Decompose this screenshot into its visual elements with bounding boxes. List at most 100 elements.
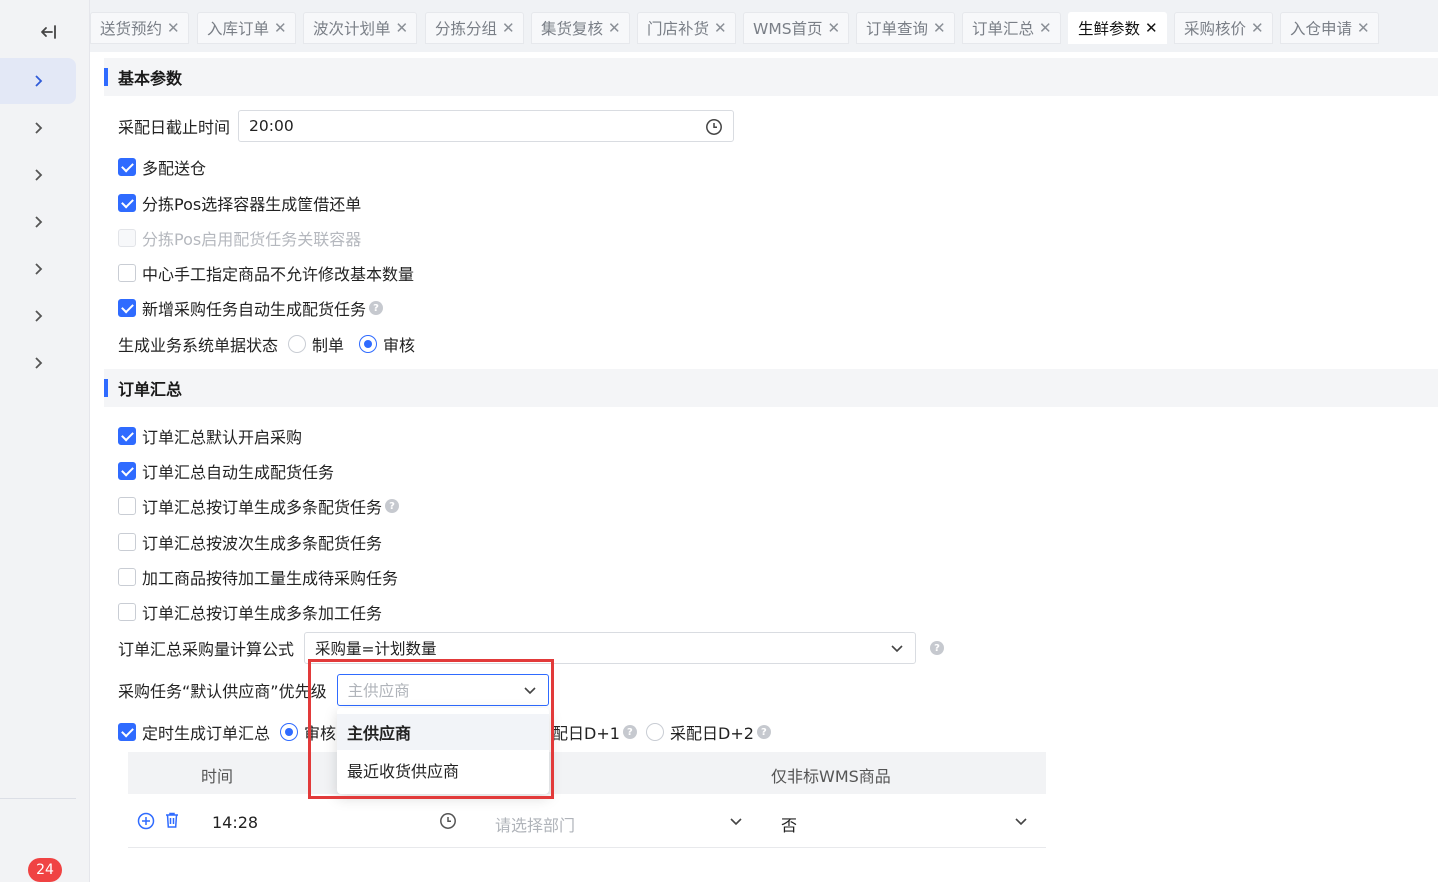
timer-summary-row: 定时生成订单汇总 审核 [118,720,336,744]
sidebar-divider [0,798,76,799]
checkbox[interactable] [118,603,136,621]
chevron-down-icon[interactable] [1013,813,1029,833]
cutoff-time-picker[interactable]: 20:00 [238,110,735,142]
radio-approve[interactable] [359,335,378,353]
sidebar-item-2[interactable] [0,105,76,151]
option-label: 加工商品按待加工量生成待采购任务 [142,569,399,588]
delete-row-icon[interactable] [163,811,181,833]
sidebar-item-4[interactable] [0,199,76,245]
tab-warehouse-apply[interactable]: 入仓申请 ✕ [1280,12,1379,44]
tab-consolidation-review[interactable]: 集货复核 ✕ [531,12,630,44]
tab-label: 采购核价 [1184,20,1247,38]
checkbox[interactable] [118,194,136,212]
option-label: 订单汇总按波次生成多条配货任务 [142,534,383,553]
sidebar-item-1[interactable] [0,58,76,104]
sidebar-item-6[interactable] [0,293,76,339]
tab-bar: 送货预约 ✕ 入库订单 ✕ 波次计划单 ✕ 分拣分组 ✕ 集货复核 ✕ 门店补货 ✕ WMS… [90,0,1438,52]
option-multi-warehouse[interactable]: 多配送仓 [118,155,206,179]
tab-store-replenish[interactable]: 门店补货 ✕ [637,12,736,44]
checkbox[interactable] [118,462,136,480]
column-header-wms: 仅非标WMS商品 [771,767,891,786]
timer-d2-row[interactable]: 采配日D+2? [646,720,771,744]
tab-sorting-group[interactable]: 分拣分组 ✕ [425,12,524,44]
checkbox[interactable] [118,533,136,551]
doc-status-row: 生成业务系统单据状态 制单 审核 [118,332,415,356]
option-by-wave-dispatch[interactable]: 订单汇总按波次生成多条配货任务 [118,530,382,554]
sidebar-item-5[interactable] [0,246,76,292]
close-icon[interactable]: ✕ [1251,19,1264,37]
section-header-summary: 订单汇总 [104,369,1438,407]
checkbox[interactable] [118,264,136,282]
radio-label: 配日D+1 [552,724,620,743]
option-pos-container-basket[interactable]: 分拣Pos选择容器生成筐借还单 [118,191,361,215]
option-label: 分拣Pos启用配货任务关联容器 [142,230,362,249]
help-icon[interactable]: ? [622,725,637,739]
close-icon[interactable]: ✕ [1357,19,1370,37]
radio-d2[interactable] [646,723,664,741]
tab-delivery-appointment[interactable]: 送货预约 ✕ [90,12,189,44]
tab-fresh-params[interactable]: 生鲜参数 ✕ [1068,12,1167,44]
close-icon[interactable]: ✕ [1145,19,1158,37]
option-no-modify-qty[interactable]: 中心手工指定商品不允许修改基本数量 [118,261,414,285]
wms-select-value[interactable]: 否 [781,812,797,836]
tab-label: 入仓申请 [1290,20,1353,38]
close-icon[interactable]: ✕ [396,19,409,37]
tab-purchase-price-check[interactable]: 采购核价 ✕ [1174,12,1273,44]
tab-wave-plan[interactable]: 波次计划单 ✕ [303,12,418,44]
cutoff-time-row: 采配日截止时间 20:00 [118,110,735,142]
tab-wms-home[interactable]: WMS首页 ✕ [743,12,850,44]
checkbox[interactable] [118,299,136,317]
radio-timer-approve[interactable] [280,723,299,741]
section-title: 基本参数 [118,69,183,88]
close-icon[interactable]: ✕ [828,19,841,37]
highlight-box [308,659,554,799]
collapse-left-icon[interactable] [38,22,66,46]
close-icon[interactable]: ✕ [608,19,621,37]
sidebar-item-7[interactable] [0,340,76,386]
chevron-down-icon[interactable] [728,813,744,833]
close-icon[interactable]: ✕ [502,19,515,37]
option-auto-dispatch[interactable]: 订单汇总自动生成配货任务 [118,459,334,483]
checkbox[interactable] [118,497,136,515]
radio-draft[interactable] [288,335,307,353]
notification-badge[interactable]: 24 [28,858,62,882]
chevron-right-icon [35,216,43,228]
cutoff-time-label: 采配日截止时间 [118,118,231,137]
help-icon[interactable]: ? [369,301,384,315]
tab-inbound-order[interactable]: 入库订单 ✕ [197,12,296,44]
checkbox [118,229,136,247]
chevron-right-icon [35,75,43,87]
checkbox[interactable] [118,158,136,176]
checkbox[interactable] [118,723,136,741]
checkbox[interactable] [118,568,136,586]
help-icon[interactable]: ? [756,725,771,739]
dept-select-placeholder[interactable]: 请选择部门 [495,812,575,836]
option-label: 订单汇总按订单生成多条配货任务 [142,498,383,517]
option-auto-dispatch-task[interactable]: 新增采购任务自动生成配货任务? [118,296,384,320]
close-icon[interactable]: ✕ [714,19,727,37]
help-icon[interactable]: ? [930,641,945,655]
help-icon[interactable]: ? [385,499,400,513]
chevron-right-icon [35,357,43,369]
tab-label: 分拣分组 [435,20,498,38]
option-default-purchase[interactable]: 订单汇总默认开启采购 [118,424,302,448]
doc-status-label: 生成业务系统单据状态 [118,336,279,355]
close-icon[interactable]: ✕ [167,19,180,37]
row-time-value[interactable]: 14:28 [212,813,258,832]
option-processing-purchase[interactable]: 加工商品按待加工量生成待采购任务 [118,565,398,589]
tab-label: 集货复核 [541,20,604,38]
tab-label: 入库订单 [207,20,270,38]
add-row-icon[interactable] [137,812,155,834]
close-icon[interactable]: ✕ [274,19,287,37]
option-by-order-dispatch[interactable]: 订单汇总按订单生成多条配货任务? [118,494,400,518]
option-by-order-processing[interactable]: 订单汇总按订单生成多条加工任务 [118,600,382,624]
tab-label: 送货预约 [100,20,163,38]
tab-order-query[interactable]: 订单查询 ✕ [856,12,955,44]
clock-icon [705,118,723,140]
tab-order-summary[interactable]: 订单汇总 ✕ [962,12,1061,44]
close-icon[interactable]: ✕ [933,19,946,37]
close-icon[interactable]: ✕ [1039,19,1052,37]
checkbox[interactable] [118,427,136,445]
radio-label: 审核 [383,336,416,355]
sidebar-item-3[interactable] [0,152,76,198]
